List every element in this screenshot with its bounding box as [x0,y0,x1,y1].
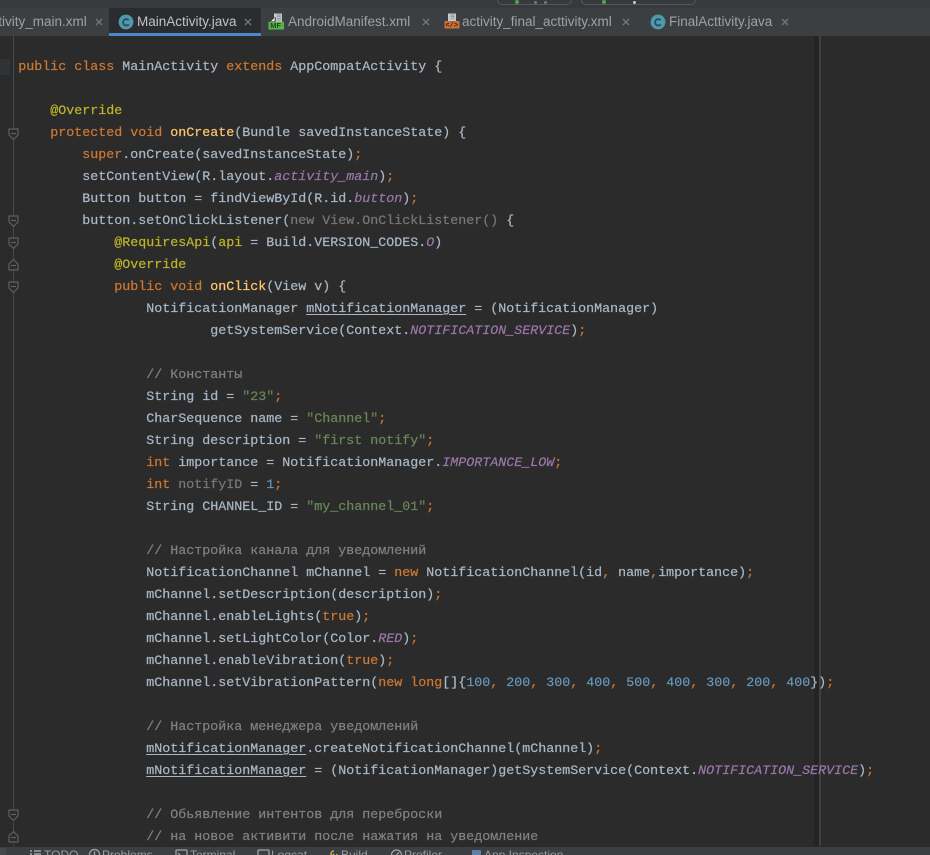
svg-text:MF: MF [270,21,281,30]
svg-text:</>: </> [445,22,458,30]
